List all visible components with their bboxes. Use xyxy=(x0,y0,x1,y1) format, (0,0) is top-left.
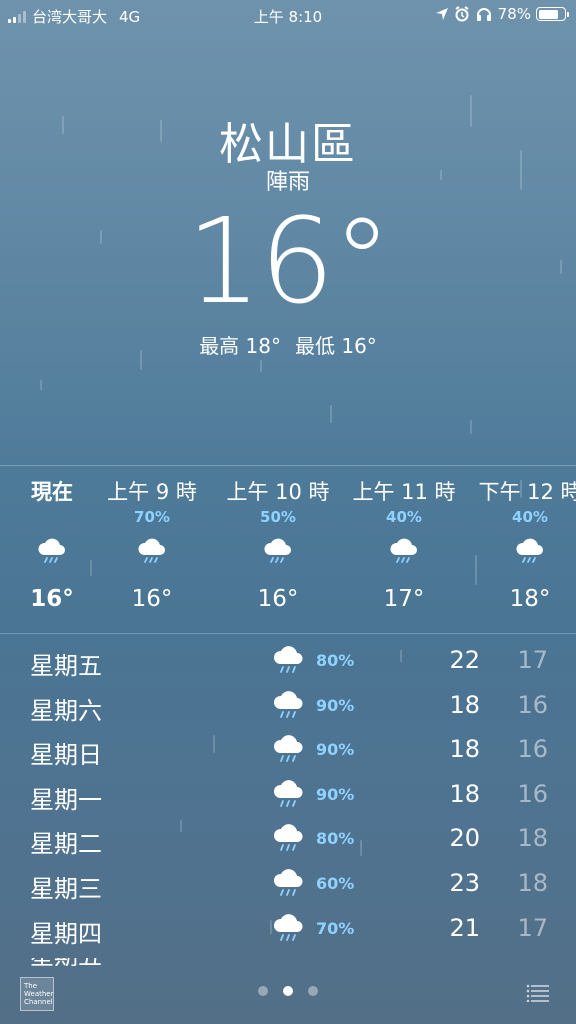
day-precip-chance: 60% xyxy=(316,873,355,893)
page-indicator[interactable] xyxy=(0,986,576,996)
daily-row-partial: 星期五 xyxy=(30,958,112,966)
day-high: 22 xyxy=(449,646,480,674)
hourly-forecast[interactable]: 現在 16° 上午 9 時 70% 16° 上午 10 時 50% 16° 上午… xyxy=(0,476,576,626)
day-name: 星期四 xyxy=(30,919,102,948)
location-arrow-icon xyxy=(435,8,448,20)
current-temperature: 16° xyxy=(186,192,391,330)
day-high: 18 xyxy=(449,735,480,764)
day-name: 星期三 xyxy=(30,874,102,903)
daily-row: 星期二 80% 20 18 xyxy=(0,820,576,865)
hourly-item: 上午 11 時 40% 17° xyxy=(344,476,464,612)
day-low: 17 xyxy=(517,913,548,942)
rain-cloud-icon xyxy=(272,733,306,769)
partial-day-name: 星期五 xyxy=(30,958,112,966)
page-dot[interactable] xyxy=(258,986,268,996)
rain-cloud-icon xyxy=(272,689,306,725)
day-low: 17 xyxy=(517,646,548,674)
low-temperature: 最低 16° xyxy=(295,334,377,358)
day-low: 16 xyxy=(517,690,548,719)
rain-cloud-icon xyxy=(272,644,306,680)
rain-cloud-icon xyxy=(272,778,306,814)
day-low: 18 xyxy=(517,824,548,853)
rain-cloud-icon xyxy=(272,867,306,903)
hourly-bottom-divider xyxy=(0,633,576,634)
headphones-icon xyxy=(476,8,491,21)
day-name: 星期日 xyxy=(30,741,102,770)
daily-row: 星期三 60% 23 18 xyxy=(0,865,576,910)
day-precip-chance: 80% xyxy=(316,829,355,849)
rain-cloud-icon xyxy=(272,822,306,858)
battery-percent: 78% xyxy=(497,5,531,23)
hour-label: 下午 12 時 xyxy=(478,480,576,504)
hour-label: 上午 11 時 xyxy=(352,480,456,504)
daily-forecast[interactable]: 星期五 80% 22 17 星期六 90% 18 16 星期日 90% 18 16 星期一 90% 18 16… xyxy=(0,642,576,954)
alarm-clock-icon xyxy=(455,6,469,22)
daily-row: 星期六 90% 18 16 xyxy=(0,687,576,732)
day-high: 18 xyxy=(449,690,480,719)
day-low: 18 xyxy=(517,868,548,897)
high-temperature: 最高 18° xyxy=(199,334,281,358)
day-high: 23 xyxy=(449,868,480,897)
city-name: 松山區 xyxy=(219,119,357,170)
hourly-item: 下午 12 時 40% 18° xyxy=(470,476,576,612)
day-precip-chance: 90% xyxy=(316,695,355,715)
daily-row: 星期一 90% 18 16 xyxy=(0,776,576,821)
daily-row: 星期五 80% 22 17 xyxy=(0,642,576,687)
day-high: 20 xyxy=(449,824,480,853)
high-low: 最高 18° 最低 16° xyxy=(0,330,576,359)
daily-row: 星期四 70% 21 17 xyxy=(0,910,576,955)
page-dot[interactable] xyxy=(308,986,318,996)
daily-row: 星期日 90% 18 16 xyxy=(0,731,576,776)
hourly-item: 上午 10 時 50% 16° xyxy=(218,476,338,612)
status-bar: 台湾大哥大 4G 上午 8:10 78% xyxy=(0,0,576,32)
day-precip-chance: 70% xyxy=(316,918,355,938)
day-high: 21 xyxy=(449,913,480,942)
hour-temperature: 17° xyxy=(383,586,425,612)
hour-label: 上午 9 時 xyxy=(107,480,197,504)
day-precip-chance: 90% xyxy=(316,740,355,760)
hour-precip-chance: 40% xyxy=(512,508,548,526)
hour-precip-chance: 70% xyxy=(134,508,170,526)
day-high: 18 xyxy=(449,779,480,808)
hourly-top-divider xyxy=(0,465,576,466)
hour-label: 上午 10 時 xyxy=(226,480,330,504)
rain-cloud-icon xyxy=(344,532,464,572)
rain-cloud-icon xyxy=(272,912,306,948)
day-low: 16 xyxy=(517,735,548,764)
day-precip-chance: 80% xyxy=(316,651,355,670)
hour-temperature: 18° xyxy=(509,586,551,612)
hour-precip-chance: 50% xyxy=(260,508,296,526)
day-name: 星期二 xyxy=(30,830,102,859)
hour-temperature: 16° xyxy=(131,586,173,612)
day-precip-chance: 90% xyxy=(316,784,355,804)
page-dot-active[interactable] xyxy=(283,986,293,996)
day-name: 星期六 xyxy=(30,696,102,725)
day-name: 星期五 xyxy=(30,652,102,680)
rain-cloud-icon xyxy=(92,532,212,572)
hour-temperature: 16° xyxy=(257,586,299,612)
rain-cloud-icon xyxy=(470,532,576,572)
day-low: 16 xyxy=(517,779,548,808)
hour-precip-chance: 40% xyxy=(386,508,422,526)
battery-icon xyxy=(536,7,569,21)
hourly-item: 上午 9 時 70% 16° xyxy=(92,476,212,612)
city-list-icon[interactable] xyxy=(526,984,550,1002)
rain-cloud-icon xyxy=(218,532,338,572)
day-name: 星期一 xyxy=(30,785,102,814)
